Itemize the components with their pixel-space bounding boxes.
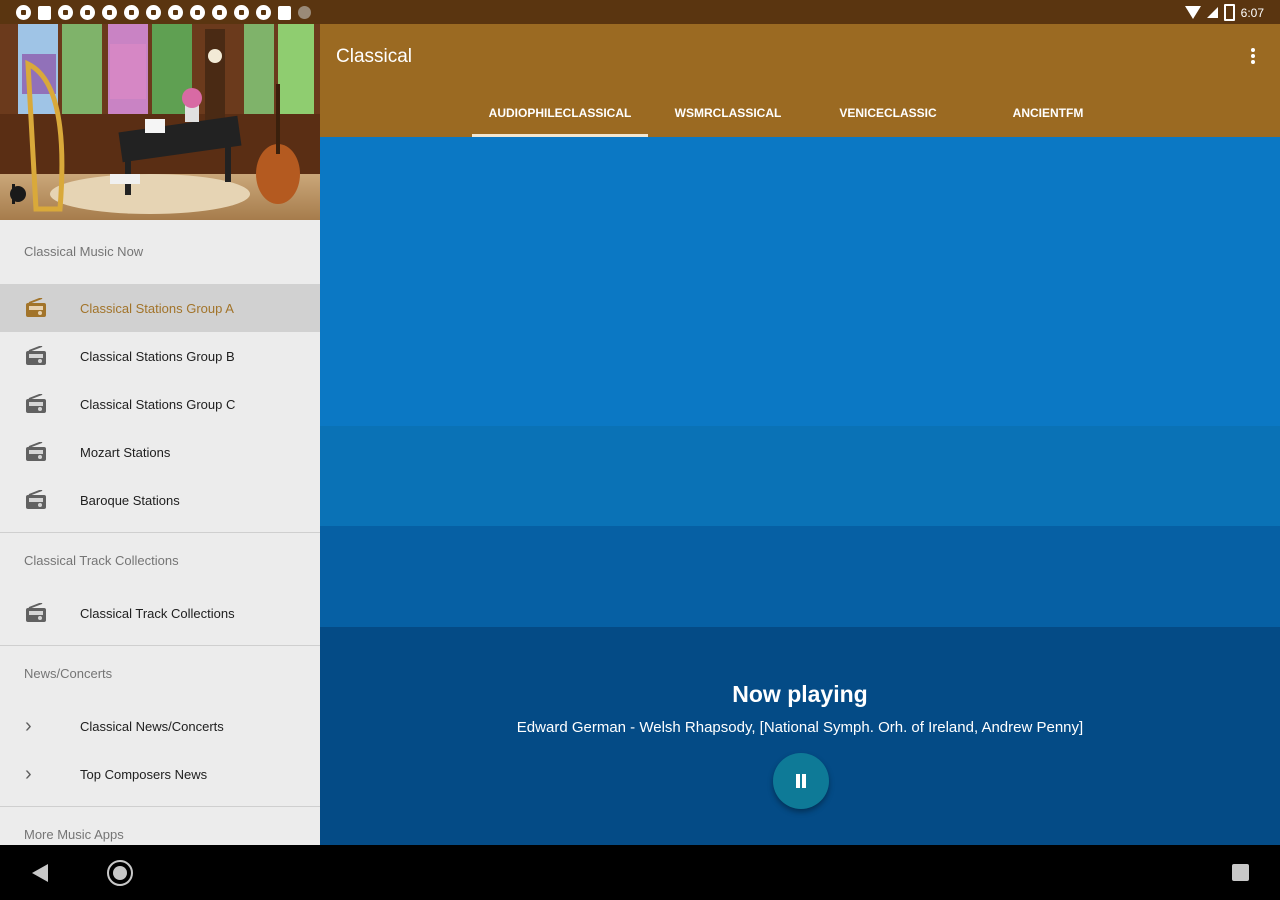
back-icon[interactable] (32, 864, 48, 882)
notification-icon (102, 5, 117, 20)
nav-item-label: Baroque Stations (80, 492, 180, 508)
nav-item-classical-stations-group-a[interactable]: Classical Stations Group A (0, 284, 320, 332)
tab-wsmrclassical[interactable]: WSMRCLASSICAL (648, 96, 808, 137)
notification-icon (80, 5, 95, 20)
notification-icon (234, 5, 249, 20)
nav-item-classical-stations-group-c[interactable]: Classical Stations Group C (0, 380, 320, 428)
drawer-header-image (0, 24, 320, 220)
nav-item-mozart-stations[interactable]: Mozart Stations (0, 428, 320, 476)
section-header: More Music Apps (24, 827, 124, 842)
radio-icon (25, 490, 47, 510)
sd-card-icon (278, 6, 291, 20)
nav-item-label: Classical News/Concerts (80, 718, 224, 734)
notification-icon (38, 6, 51, 20)
pause-button[interactable] (773, 753, 829, 809)
battery-icon (1223, 4, 1235, 21)
section-header: Classical Music Now (24, 244, 144, 259)
notification-icon (256, 5, 271, 20)
app-title: Classical (336, 46, 413, 67)
more-options-icon[interactable] (1250, 48, 1256, 66)
clock: 6:07 (1240, 5, 1264, 20)
chevron-right-icon: › (25, 763, 32, 785)
section-header: Classical Track Collections (24, 553, 179, 568)
notification-icon (190, 5, 205, 20)
notification-icon (58, 5, 73, 20)
signal-icon (1206, 7, 1218, 18)
now-playing-title: Now playing (732, 681, 868, 707)
notification-icon (146, 5, 161, 20)
tab-veniceclassic[interactable]: VENICECLASSIC (808, 96, 968, 137)
music-room-illustration (0, 24, 320, 220)
recents-icon[interactable] (1232, 864, 1249, 881)
tab-audiophileclassical[interactable]: AUDIOPHILECLASSICAL (472, 96, 648, 137)
nav-item-label: Classical Track Collections (80, 605, 235, 621)
nav-item-label: Mozart Stations (80, 444, 171, 460)
gear-icon (168, 5, 183, 20)
main-content: Now playing Edward German - Welsh Rhapso… (320, 137, 1280, 845)
notification-icon (212, 5, 227, 20)
nav-item-classical-stations-group-b[interactable]: Classical Stations Group B (0, 332, 320, 380)
radio-icon (25, 442, 47, 462)
radio-icon (25, 394, 47, 414)
nav-item-label: Top Composers News (80, 766, 208, 782)
status-bar: 6:07 (0, 0, 1280, 24)
chevron-right-icon: › (25, 715, 32, 737)
nav-item-top-composers-news[interactable]: › Top Composers News (0, 750, 320, 798)
content-band (320, 137, 1280, 426)
navigation-drawer: Classical Music Now Classical Stations G… (0, 24, 320, 845)
nav-item-classical-track-collections[interactable]: Classical Track Collections (0, 589, 320, 637)
radio-icon (25, 603, 47, 623)
status-right: 6:07 (1184, 4, 1264, 21)
content-band (320, 426, 1280, 526)
section-header: News/Concerts (24, 666, 113, 681)
nav-item-classical-news-concerts[interactable]: › Classical News/Concerts (0, 702, 320, 750)
app-bar: Classical AUDIOPHILECLASSICAL WSMRCLASSI… (320, 24, 1280, 137)
notification-icon (124, 5, 139, 20)
system-nav-bar (0, 845, 1280, 900)
now-playing-panel: Now playing Edward German - Welsh Rhapso… (320, 627, 1280, 845)
notification-icon (298, 6, 311, 19)
radio-icon (25, 298, 47, 318)
nav-item-label: Classical Stations Group B (80, 348, 235, 364)
now-playing-track: Edward German - Welsh Rhapsody, [Nationa… (516, 719, 1084, 736)
notification-icons (16, 5, 311, 20)
notification-icon (16, 5, 31, 20)
content-band (320, 526, 1280, 627)
nav-item-baroque-stations[interactable]: Baroque Stations (0, 476, 320, 524)
home-icon[interactable] (107, 860, 133, 886)
nav-item-label: Classical Stations Group C (80, 396, 236, 412)
radio-icon (25, 346, 47, 366)
nav-item-label: Classical Stations Group A (80, 300, 234, 316)
tab-ancientfm[interactable]: ANCIENTFM (968, 96, 1128, 137)
wifi-icon (1184, 6, 1201, 19)
